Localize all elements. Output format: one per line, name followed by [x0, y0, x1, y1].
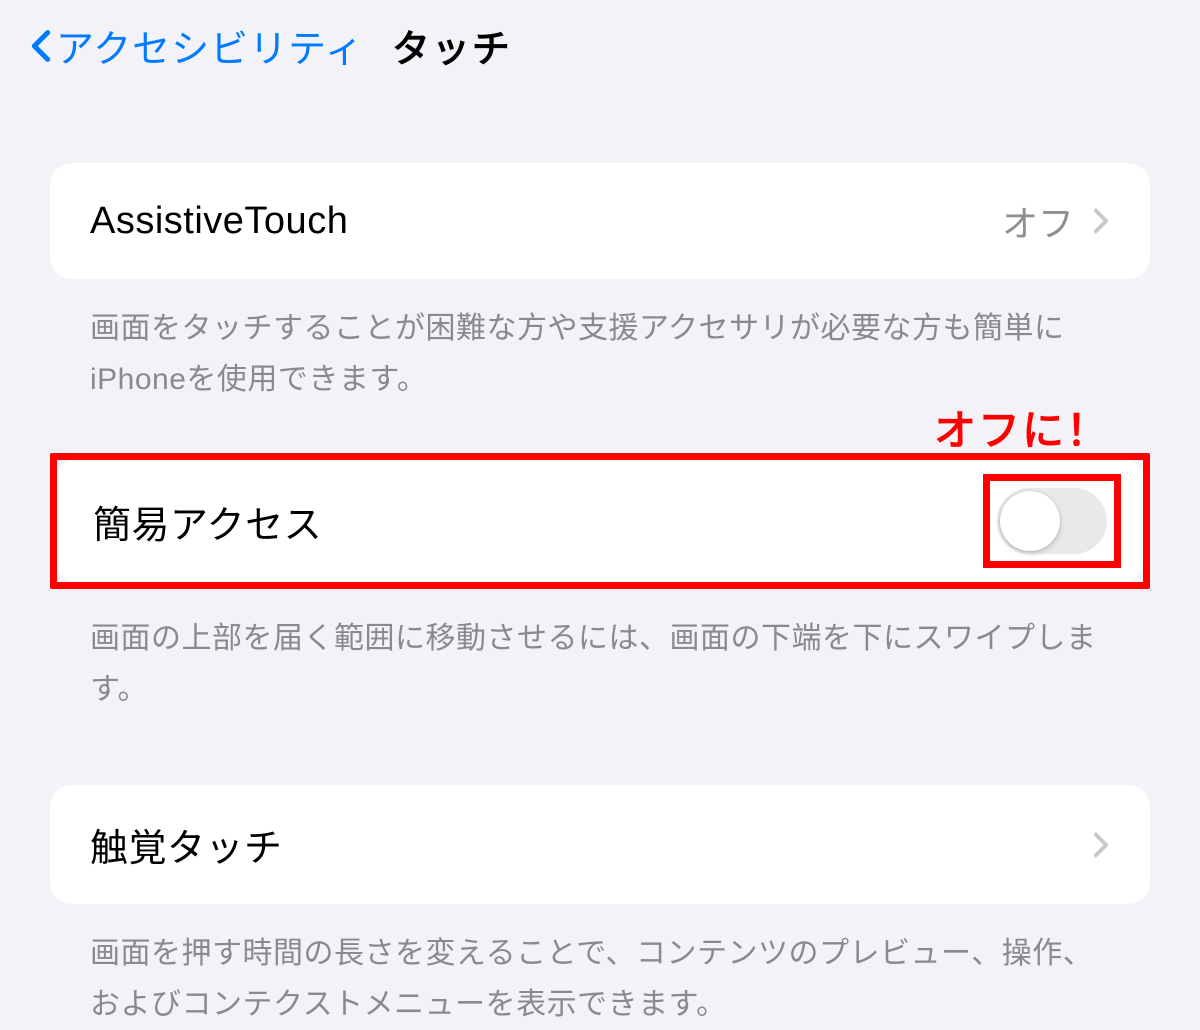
group-footer: 画面を押す時間の長さを変えることで、コンテンツのプレビュー、操作、およびコンテク… — [50, 904, 1150, 1030]
row-haptic-touch[interactable]: 触覚タッチ — [50, 785, 1150, 904]
row-value: オフ — [1002, 195, 1074, 247]
chevron-right-icon — [1092, 207, 1110, 235]
row-assistive-touch[interactable]: AssistiveTouch オフ — [50, 163, 1150, 279]
navigation-header: アクセシビリティ タッチ — [0, 0, 1200, 103]
toggle-container — [997, 488, 1107, 554]
group-footer: 画面をタッチすることが困難な方や支援アクセサリが必要な方も簡単にiPhoneを使… — [50, 279, 1150, 405]
content-area: AssistiveTouch オフ 画面をタッチすることが困難な方や支援アクセサ… — [0, 163, 1200, 1030]
row-title: 簡易アクセス — [93, 494, 322, 549]
settings-group-reachability: オフに！ 簡易アクセス 画面の上部を届く範囲に移動させるには、画面の下端を下にス… — [50, 453, 1150, 715]
group-footer: 画面の上部を届く範囲に移動させるには、画面の下端を下にスワイプします。 — [50, 589, 1150, 715]
settings-group-haptic-touch: 触覚タッチ 画面を押す時間の長さを変えることで、コンテンツのプレビュー、操作、お… — [50, 785, 1150, 1030]
row-reachability[interactable]: 簡易アクセス — [57, 460, 1143, 582]
highlight-box: 簡易アクセス — [50, 453, 1150, 589]
back-button[interactable]: アクセシビリティ — [30, 18, 364, 73]
row-title: 触覚タッチ — [90, 817, 283, 872]
page-title: タッチ — [392, 18, 512, 73]
settings-group-assistive-touch: AssistiveTouch オフ 画面をタッチすることが困難な方や支援アクセサ… — [50, 163, 1150, 405]
chevron-left-icon — [30, 27, 52, 65]
toggle-knob — [1000, 491, 1060, 551]
annotation-label: オフに！ — [934, 397, 1110, 458]
back-label: アクセシビリティ — [56, 18, 364, 73]
row-right: オフ — [1002, 195, 1110, 247]
chevron-right-icon — [1092, 831, 1110, 859]
row-title: AssistiveTouch — [90, 200, 348, 243]
row-right — [1092, 831, 1110, 859]
reachability-toggle[interactable] — [997, 488, 1107, 554]
